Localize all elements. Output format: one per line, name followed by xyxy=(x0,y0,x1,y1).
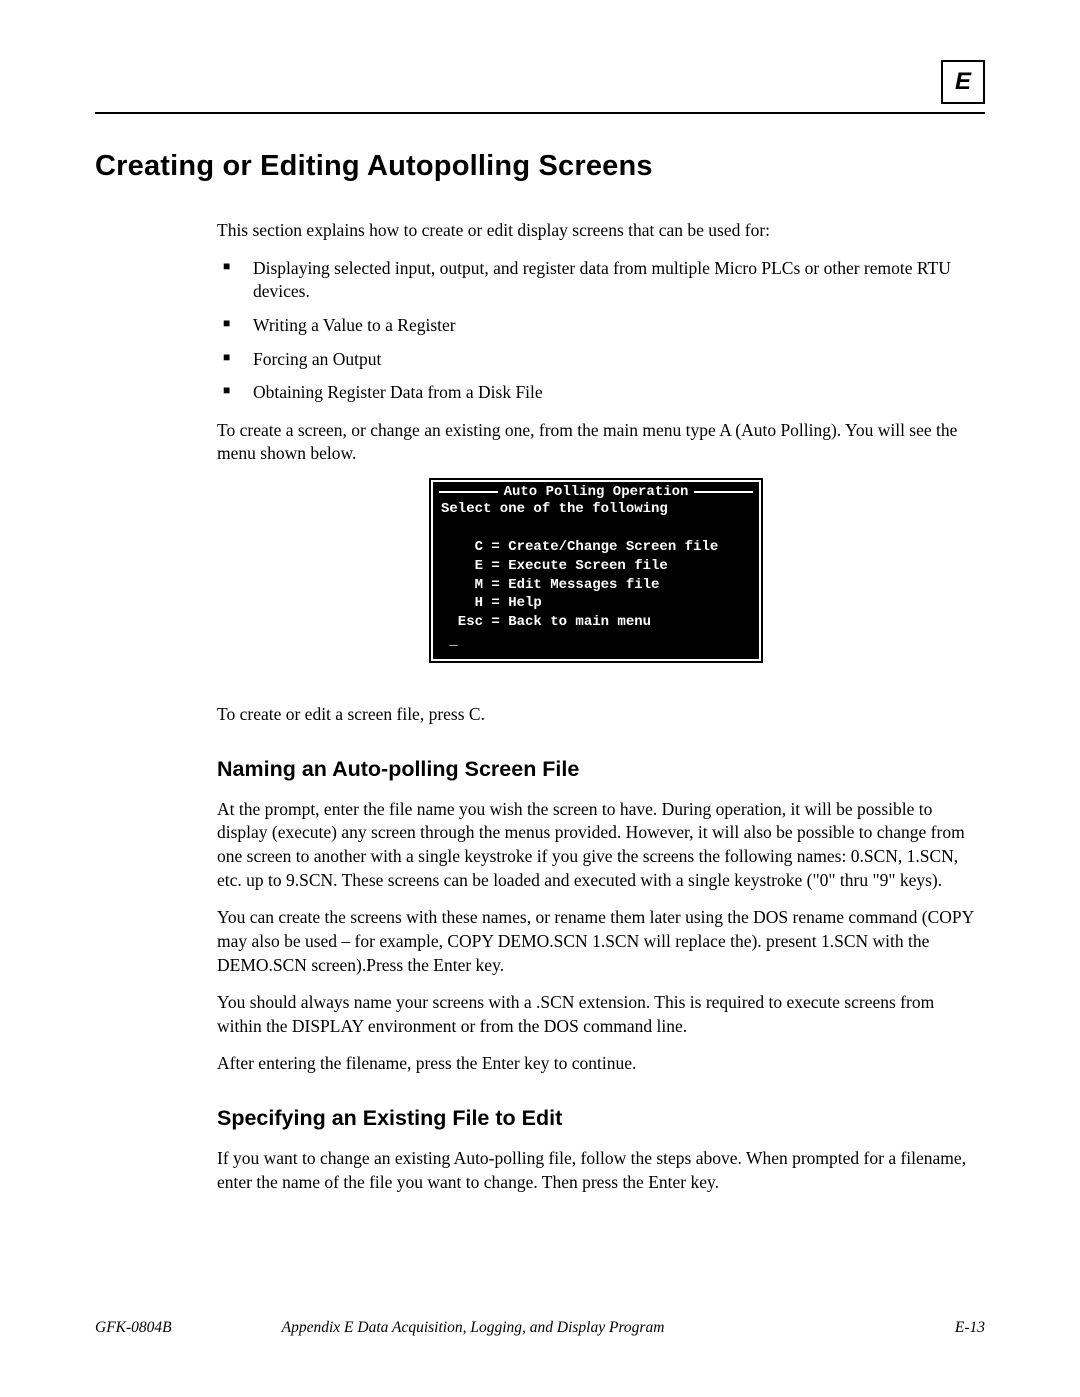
content-body: This section explains how to create or e… xyxy=(217,219,975,1194)
body-paragraph: After entering the filename, press the E… xyxy=(217,1052,975,1076)
page: E Creating or Editing Autopolling Screen… xyxy=(0,0,1080,1397)
body-paragraph: To create a screen, or change an existin… xyxy=(217,419,975,466)
terminal-rule-left xyxy=(439,491,498,493)
body-paragraph: To create or edit a screen file, press C… xyxy=(217,703,975,727)
footer-doc-id: GFK-0804B xyxy=(95,1319,172,1337)
intro-paragraph: This section explains how to create or e… xyxy=(217,219,975,243)
terminal-screenshot: Auto Polling Operation Select one of the… xyxy=(217,480,975,661)
footer-page-number: E-13 xyxy=(955,1319,985,1337)
body-paragraph: You can create the screens with these na… xyxy=(217,906,975,977)
section-heading: Naming an Auto-polling Screen File xyxy=(217,757,975,782)
list-item: Writing a Value to a Register xyxy=(217,314,975,338)
page-footer: GFK-0804B Appendix E Data Acquisition, L… xyxy=(95,1319,985,1337)
list-item: Forcing an Output xyxy=(217,348,975,372)
body-paragraph: At the prompt, enter the file name you w… xyxy=(217,798,975,893)
section-badge: E xyxy=(941,60,985,104)
terminal-title: Auto Polling Operation xyxy=(498,484,695,500)
page-title: Creating or Editing Autopolling Screens xyxy=(95,150,985,183)
terminal-body: Select one of the following C = Create/C… xyxy=(433,500,759,659)
body-paragraph: If you want to change an existing Auto-p… xyxy=(217,1147,975,1194)
list-item: Displaying selected input, output, and r… xyxy=(217,257,975,304)
list-item: Obtaining Register Data from a Disk File xyxy=(217,381,975,405)
footer-appendix: Appendix E Data Acquisition, Logging, an… xyxy=(282,1319,955,1337)
header-row: E xyxy=(95,60,985,104)
terminal-rule-right xyxy=(694,491,753,493)
terminal-box: Auto Polling Operation Select one of the… xyxy=(431,480,761,661)
section-heading: Specifying an Existing File to Edit xyxy=(217,1106,975,1131)
bullet-list: Displaying selected input, output, and r… xyxy=(217,257,975,405)
header-rule xyxy=(95,112,985,114)
terminal-title-row: Auto Polling Operation xyxy=(433,482,759,500)
body-paragraph: You should always name your screens with… xyxy=(217,991,975,1038)
